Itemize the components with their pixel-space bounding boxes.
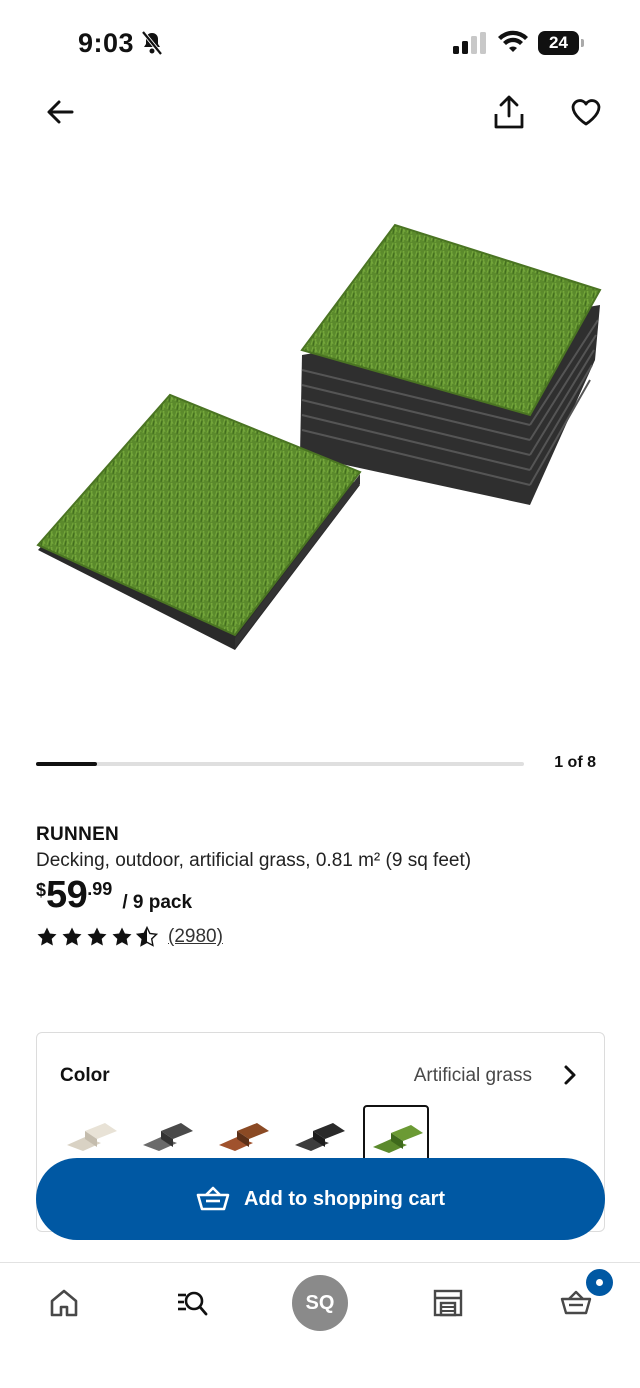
profile-avatar[interactable]: SQ	[292, 1275, 348, 1331]
review-count-link[interactable]: (2980)	[168, 926, 223, 948]
search-list-icon	[178, 1291, 208, 1316]
cart-icon	[560, 1290, 592, 1315]
carousel-progress-fill	[36, 762, 97, 766]
add-to-cart-button[interactable]: Add to shopping cart	[36, 1158, 605, 1240]
product-rating[interactable]: (2980)	[36, 926, 223, 948]
product-price: $ 59 .99 / 9 pack	[36, 874, 192, 916]
price-currency: $	[36, 880, 47, 900]
star-icon	[62, 927, 82, 946]
chevron-right-icon[interactable]	[560, 1063, 580, 1087]
bottom-navigation: SQ	[0, 1262, 640, 1388]
color-label: Color	[60, 1065, 110, 1086]
color-selected-value: Artificial grass	[413, 1065, 532, 1086]
product-name: RUNNEN	[36, 824, 120, 845]
shopping-cart-icon	[196, 1186, 230, 1211]
add-to-cart-label: Add to shopping cart	[243, 1187, 446, 1210]
wifi-icon	[498, 30, 528, 52]
carousel-counter: 1 of 8	[554, 754, 596, 771]
battery-level: 24	[538, 31, 579, 55]
tab-home[interactable]	[36, 1283, 92, 1323]
tab-stores[interactable]	[420, 1283, 476, 1323]
price-unit: / 9 pack	[122, 892, 193, 913]
rating-stars	[36, 926, 158, 948]
product-image[interactable]	[30, 210, 610, 660]
share-icon[interactable]	[492, 94, 526, 130]
status-bar: 9:03 24	[0, 0, 640, 88]
star-icon	[87, 927, 107, 946]
price-integer: 59	[46, 874, 88, 916]
heart-icon[interactable]	[570, 97, 602, 127]
product-description: Decking, outdoor, artificial grass, 0.81…	[36, 850, 472, 871]
bell-slash-icon	[141, 30, 163, 56]
store-icon	[433, 1289, 463, 1317]
status-time: 9:03	[78, 28, 135, 58]
home-icon	[50, 1289, 78, 1317]
carousel-progress-track	[36, 762, 524, 766]
star-icon	[37, 927, 57, 946]
tab-search[interactable]	[164, 1283, 220, 1323]
battery-icon: 24	[538, 31, 584, 55]
price-decimal: .99	[87, 879, 113, 899]
signal-icon	[453, 32, 486, 54]
star-icon	[136, 926, 158, 947]
cart-badge	[586, 1269, 613, 1296]
star-icon	[112, 927, 132, 946]
stacked-grass-tiles	[300, 223, 602, 505]
back-arrow-icon[interactable]	[44, 96, 76, 128]
